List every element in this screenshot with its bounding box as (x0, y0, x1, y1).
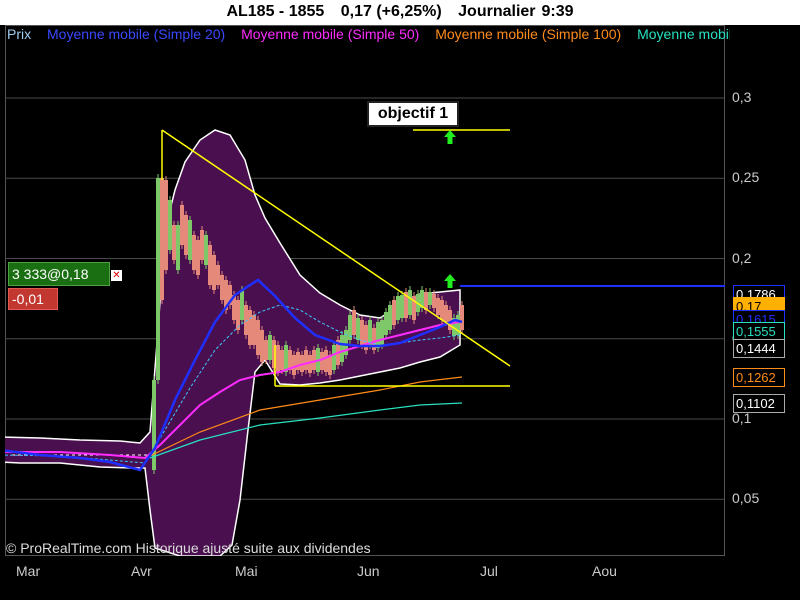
x-tick-label: Jun (357, 563, 380, 579)
candle (320, 352, 324, 370)
candle (356, 318, 360, 340)
candle (428, 292, 432, 305)
candle (376, 322, 380, 348)
y-tick-label: 0,2 (732, 249, 752, 266)
price-level-label: 0,1102 (733, 394, 785, 413)
candle (308, 355, 312, 373)
candle (368, 320, 372, 345)
candle (400, 295, 404, 318)
arrow-up-icon (444, 274, 456, 288)
candle (440, 300, 444, 320)
candle (180, 205, 184, 245)
candle (212, 255, 216, 290)
x-tick-label: Avr (131, 563, 152, 579)
candle (328, 355, 332, 375)
price-level-label: 0,1262 (733, 368, 785, 387)
candle (352, 310, 356, 335)
candle (332, 345, 336, 370)
candle (164, 180, 168, 270)
candle (208, 245, 212, 285)
candle (252, 315, 256, 345)
candle (168, 200, 172, 250)
candle (240, 290, 244, 320)
candle (384, 312, 388, 335)
candle (432, 294, 436, 308)
candle (268, 335, 272, 360)
legend-sma20: Moyenne mobile (Simple 20) (47, 26, 226, 42)
candle (408, 290, 412, 315)
y-tick-label: 0,05 (732, 490, 760, 507)
price-chart[interactable] (0, 0, 800, 600)
copyright-note: © ProRealTime.com Historique ajusté suit… (6, 540, 371, 556)
x-tick-label: Aou (592, 563, 617, 579)
order-label[interactable]: 3 333@0,18 (8, 262, 110, 286)
candle (176, 225, 180, 270)
close-icon[interactable]: ✕ (111, 270, 122, 281)
candle (160, 178, 164, 300)
x-tick-label: Mar (16, 563, 41, 579)
candle (216, 265, 220, 285)
candle (184, 215, 188, 255)
price-level-label: 0,1444 (733, 339, 785, 358)
candle (248, 310, 252, 345)
candle (156, 178, 160, 380)
candle (280, 350, 284, 370)
bollinger-band (5, 129, 461, 556)
candle (304, 350, 308, 370)
objective-label: objectif 1 (367, 101, 459, 127)
candle (284, 345, 288, 372)
legend-sma100: Moyenne mobile (Simple 100) (435, 26, 622, 42)
candle (200, 230, 204, 260)
candle (264, 340, 268, 360)
legend-sma50: Moyenne mobile (Simple 50) (241, 26, 420, 42)
candle (312, 350, 316, 370)
pnl-badge: -0,01 (8, 288, 58, 310)
candle (256, 320, 260, 355)
candle (436, 298, 440, 315)
candle (340, 335, 344, 362)
candle (388, 305, 392, 330)
candle (444, 305, 448, 322)
candle (220, 275, 224, 300)
candle (192, 235, 196, 270)
legend-prix: Prix (7, 26, 32, 42)
candle (188, 220, 192, 260)
candle (392, 300, 396, 325)
candle (380, 320, 384, 345)
candle (204, 235, 208, 265)
legend-sma200: Moyenne mobile (Simple 200) (637, 26, 730, 42)
x-tick-label: Jul (480, 563, 498, 579)
candle (292, 355, 296, 375)
legend: Prix Moyenne mobile (Simple 20) Moyenne … (7, 26, 730, 44)
arrow-up-icon (444, 130, 456, 144)
plot-layer (5, 129, 725, 556)
x-tick-label: Mai (235, 563, 258, 579)
candle (276, 345, 280, 372)
candle (196, 240, 200, 275)
candle (172, 225, 176, 260)
candle (296, 352, 300, 370)
y-tick-label: 0,3 (732, 89, 752, 105)
candle (460, 305, 464, 330)
candle (324, 350, 328, 372)
candle (260, 330, 264, 362)
y-tick-label: 0,25 (732, 169, 760, 186)
candle (396, 296, 400, 320)
